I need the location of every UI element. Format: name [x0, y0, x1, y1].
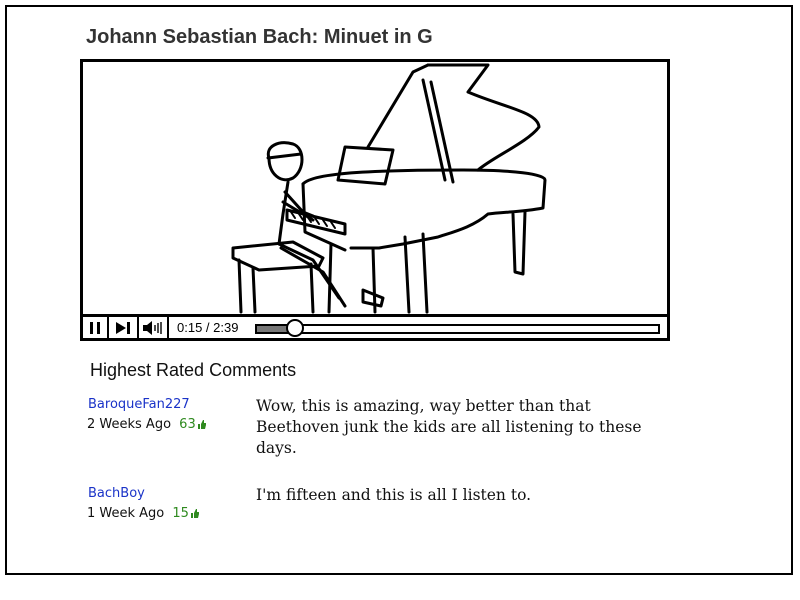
skip-next-icon — [116, 321, 130, 334]
video-player[interactable]: 0:15 / 2:39 — [80, 59, 670, 341]
pause-icon — [90, 321, 100, 334]
comment-meta: 2 Weeks Ago 63 — [87, 417, 207, 432]
comment-votes: 15 — [172, 506, 200, 521]
comment-username[interactable]: BaroqueFan227 — [88, 397, 190, 412]
comment-age: 2 Weeks Ago — [87, 417, 172, 432]
seek-handle[interactable] — [285, 319, 304, 337]
comment-text: I'm fifteen and this is all I listen to. — [256, 486, 532, 504]
next-button[interactable] — [109, 317, 139, 338]
comment-text: Wow, this is amazing, way better than th… — [256, 397, 642, 457]
video-title: Johann Sebastian Bach: Minuet in G — [86, 26, 433, 48]
volume-icon — [143, 320, 162, 335]
comment-vote-count: 63 — [179, 417, 196, 432]
comment-age: 1 Week Ago — [87, 506, 165, 521]
volume-button[interactable] — [139, 317, 169, 338]
comment-meta: 1 Week Ago 15 — [87, 506, 200, 521]
comment-votes: 63 — [179, 417, 207, 432]
comments-heading: Highest Rated Comments — [90, 360, 297, 380]
thumbs-up-icon[interactable] — [190, 508, 200, 519]
video-frame-illustration[interactable] — [83, 62, 667, 314]
comment-username[interactable]: BachBoy — [88, 486, 145, 501]
comment-vote-count: 15 — [172, 506, 189, 521]
thumbs-up-icon[interactable] — [197, 419, 207, 430]
time-display: 0:15 / 2:39 — [177, 320, 239, 335]
pause-button[interactable] — [83, 317, 109, 338]
seek-bar[interactable] — [255, 319, 660, 337]
